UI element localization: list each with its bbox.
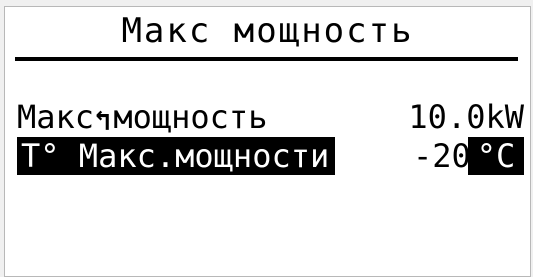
header-divider — [15, 57, 518, 61]
back-row[interactable]: ↰ — [17, 65, 524, 135]
max-power-value[interactable]: 10.0kW — [408, 99, 524, 135]
header: Макс мощность — [5, 7, 530, 65]
screen-title: Макс мощность — [121, 11, 414, 51]
max-power-row[interactable]: Макс мощность 10.0kW — [17, 99, 524, 135]
temp-unit-highlight: °C — [468, 137, 524, 175]
max-power-label: Макс мощность — [17, 98, 268, 136]
temp-max-power-value[interactable]: -20 — [413, 137, 471, 175]
temp-max-power-row[interactable]: T° Макс.мощности -20 °C — [17, 137, 524, 175]
controller-display: Макс мощность ↰ Макс мощность 10.0kW T° … — [4, 6, 531, 277]
temp-max-power-label: T° Макс.мощности — [17, 137, 336, 175]
